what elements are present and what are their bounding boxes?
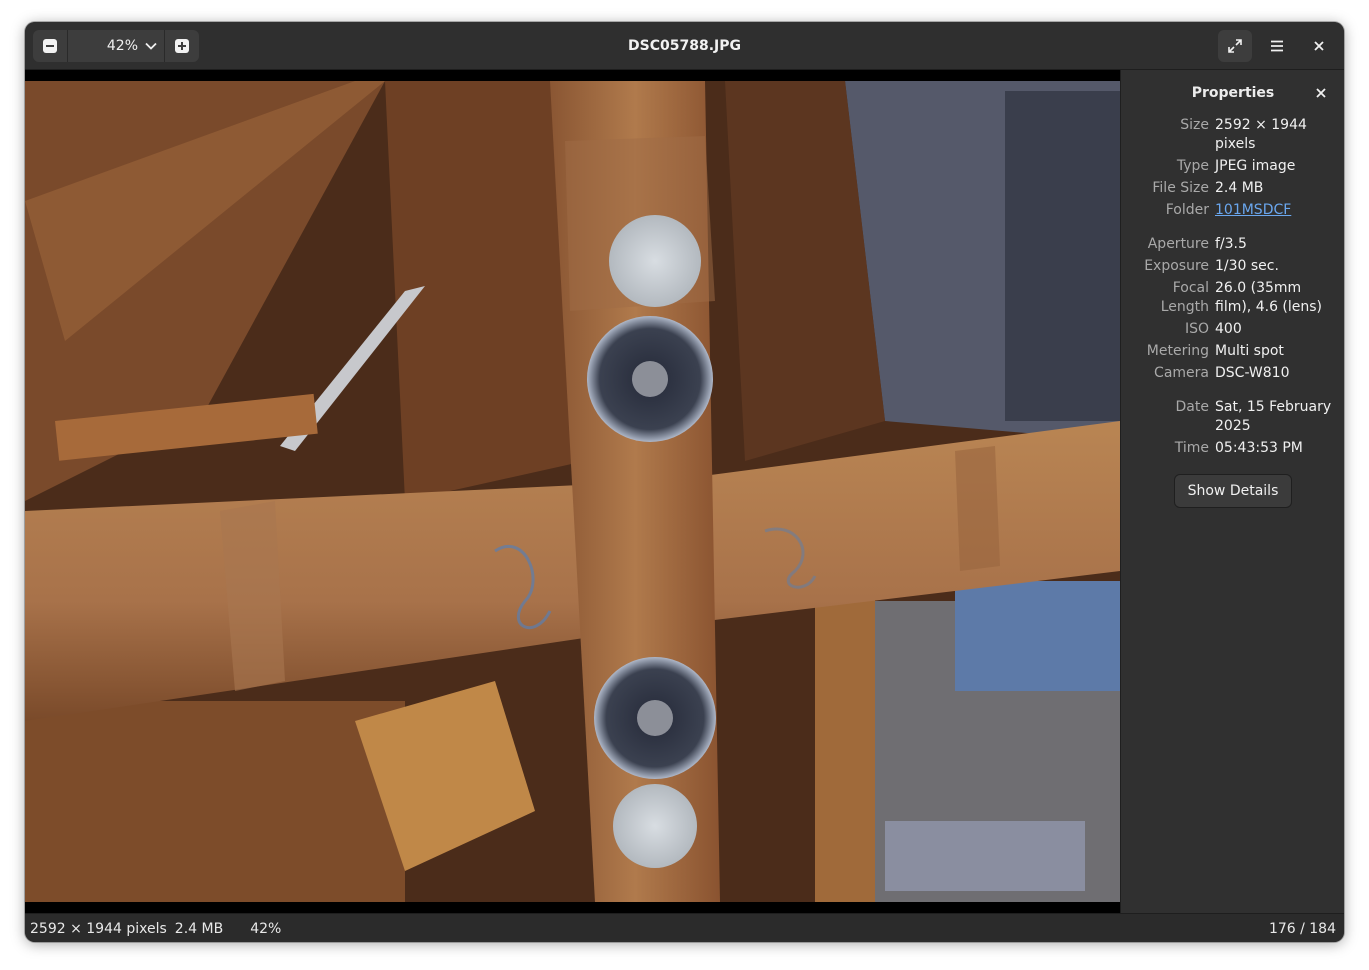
status-bar: 2592 × 1944 pixels 2.4 MB 42% 176 / 184	[25, 913, 1344, 942]
status-dimensions: 2592 × 1944 pixels	[30, 920, 167, 937]
properties-table: Size 2592 × 1944 pixels Type JPEG image …	[1121, 116, 1344, 458]
image-viewer-window: 42% DSC05788.JPG Properties Size 2592 × …	[25, 22, 1344, 942]
close-icon	[1314, 41, 1324, 51]
properties-header: Properties	[1121, 70, 1344, 116]
prop-row-date: Date Sat, 15 February 2025	[1175, 399, 1332, 434]
status-file-size: 2.4 MB	[174, 920, 224, 937]
prop-row-aperture: Aperture f/3.5	[1147, 236, 1247, 252]
photo	[25, 81, 1120, 902]
window-title: DSC05788.JPG	[628, 37, 741, 54]
main-menu-button[interactable]	[1260, 30, 1294, 62]
zoom-out-button[interactable]	[33, 30, 68, 62]
status-zoom: 42%	[250, 920, 282, 937]
close-window-button[interactable]	[1302, 30, 1336, 62]
properties-title: Properties	[1191, 85, 1275, 101]
status-info: 2592 × 1944 pixels 2.4 MB 42%	[30, 921, 281, 937]
prop-row-file-size: File Size 2.4 MB	[1152, 180, 1264, 196]
zoom-level-dropdown[interactable]: 42%	[68, 30, 164, 62]
fullscreen-icon	[1228, 39, 1242, 53]
prop-row-size: Size 2592 × 1944 pixels	[1180, 117, 1307, 152]
prop-row-metering: Metering Multi spot	[1146, 343, 1284, 359]
prop-row-camera: Camera DSC-W810	[1154, 365, 1290, 381]
prop-row-iso: ISO 400	[1184, 321, 1242, 337]
image-canvas[interactable]	[25, 70, 1120, 913]
prop-row-time: Time 05:43:53 PM	[1174, 440, 1303, 456]
fullscreen-button[interactable]	[1218, 30, 1252, 62]
folder-link[interactable]: 101MSDCF	[1215, 202, 1291, 218]
hamburger-menu-icon	[1271, 40, 1283, 52]
prop-row-type: Type JPEG image	[1176, 158, 1296, 174]
minus-square-icon	[43, 39, 57, 53]
plus-square-icon	[175, 39, 189, 53]
show-details-button[interactable]: Show Details	[1174, 474, 1292, 508]
chevron-down-icon	[145, 42, 157, 50]
zoom-level-value: 42%	[106, 38, 138, 54]
close-icon[interactable]	[1313, 85, 1329, 101]
prop-row-focal-length: Focal Length 26.0 (35mm film), 4.6 (lens…	[1160, 280, 1323, 315]
header-right-buttons	[1218, 30, 1336, 62]
zoom-in-button[interactable]	[164, 30, 199, 62]
prop-row-exposure: Exposure 1/30 sec.	[1144, 258, 1279, 274]
zoom-controls: 42%	[33, 30, 199, 62]
prop-row-folder: Folder 101MSDCF	[1165, 202, 1292, 218]
properties-sidebar: Properties Size 2592 × 1944 pixels Type …	[1120, 70, 1344, 913]
header-bar: 42% DSC05788.JPG	[25, 22, 1344, 70]
status-position: 176 / 184	[1268, 920, 1336, 937]
